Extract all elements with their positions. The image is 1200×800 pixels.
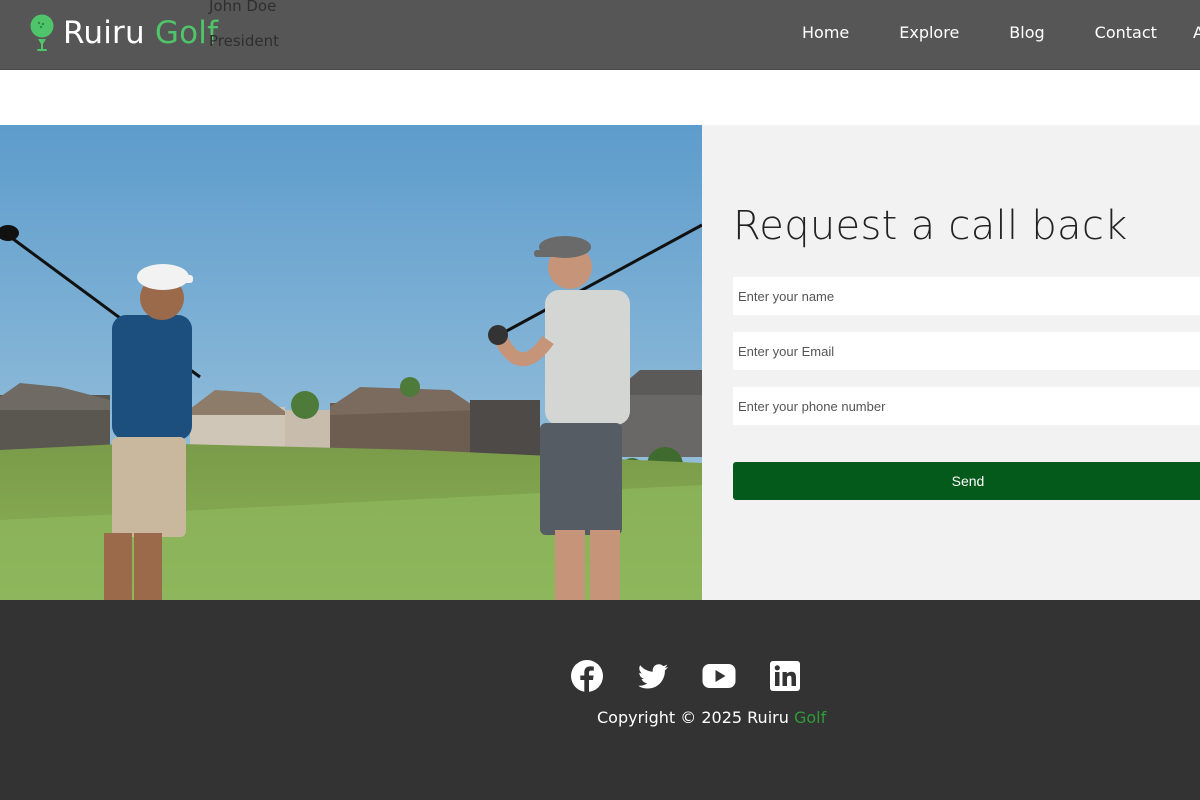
send-button[interactable]: Send — [733, 462, 1200, 500]
copyright-text: Copyright © 2025 Ruiru Golf — [597, 708, 826, 727]
nav-home[interactable]: Home — [802, 23, 849, 42]
golfers-photo — [0, 125, 702, 600]
linkedin-icon[interactable] — [768, 659, 802, 693]
phone-input[interactable] — [733, 387, 1200, 425]
facebook-icon[interactable] — [570, 659, 604, 693]
nav-blog[interactable]: Blog — [1009, 23, 1044, 42]
copyright-main: Copyright © 2025 Ruiru — [597, 708, 789, 727]
name-input[interactable] — [733, 277, 1200, 315]
social-links — [570, 659, 834, 693]
logo[interactable] — [29, 14, 55, 52]
youtube-icon[interactable] — [702, 659, 736, 693]
callback-form: Request a call back Send — [702, 125, 1200, 600]
nav-contact[interactable]: Contact — [1095, 23, 1157, 42]
main-nav: Home Explore Blog Contact — [802, 23, 1200, 42]
brand-main: Ruiru — [63, 15, 145, 51]
copyright-accent: Golf — [793, 708, 827, 727]
form-title: Request a call back — [733, 203, 1128, 249]
site-header: Ruiru Golf John Doe President Home Explo… — [0, 0, 1200, 70]
twitter-icon[interactable] — [636, 659, 670, 693]
brand-name[interactable]: Ruiru Golf — [63, 15, 218, 51]
overlay-person-name: John Doe — [209, 0, 277, 15]
site-footer: Copyright © 2025 Ruiru Golf — [0, 600, 1200, 800]
nav-truncated[interactable]: A — [1193, 23, 1200, 42]
overlay-person-role: President — [209, 32, 279, 50]
golf-ball-logo-icon — [30, 14, 54, 51]
nav-explore[interactable]: Explore — [899, 23, 959, 42]
email-input[interactable] — [733, 332, 1200, 370]
golfers-photo-illustration — [0, 125, 702, 600]
